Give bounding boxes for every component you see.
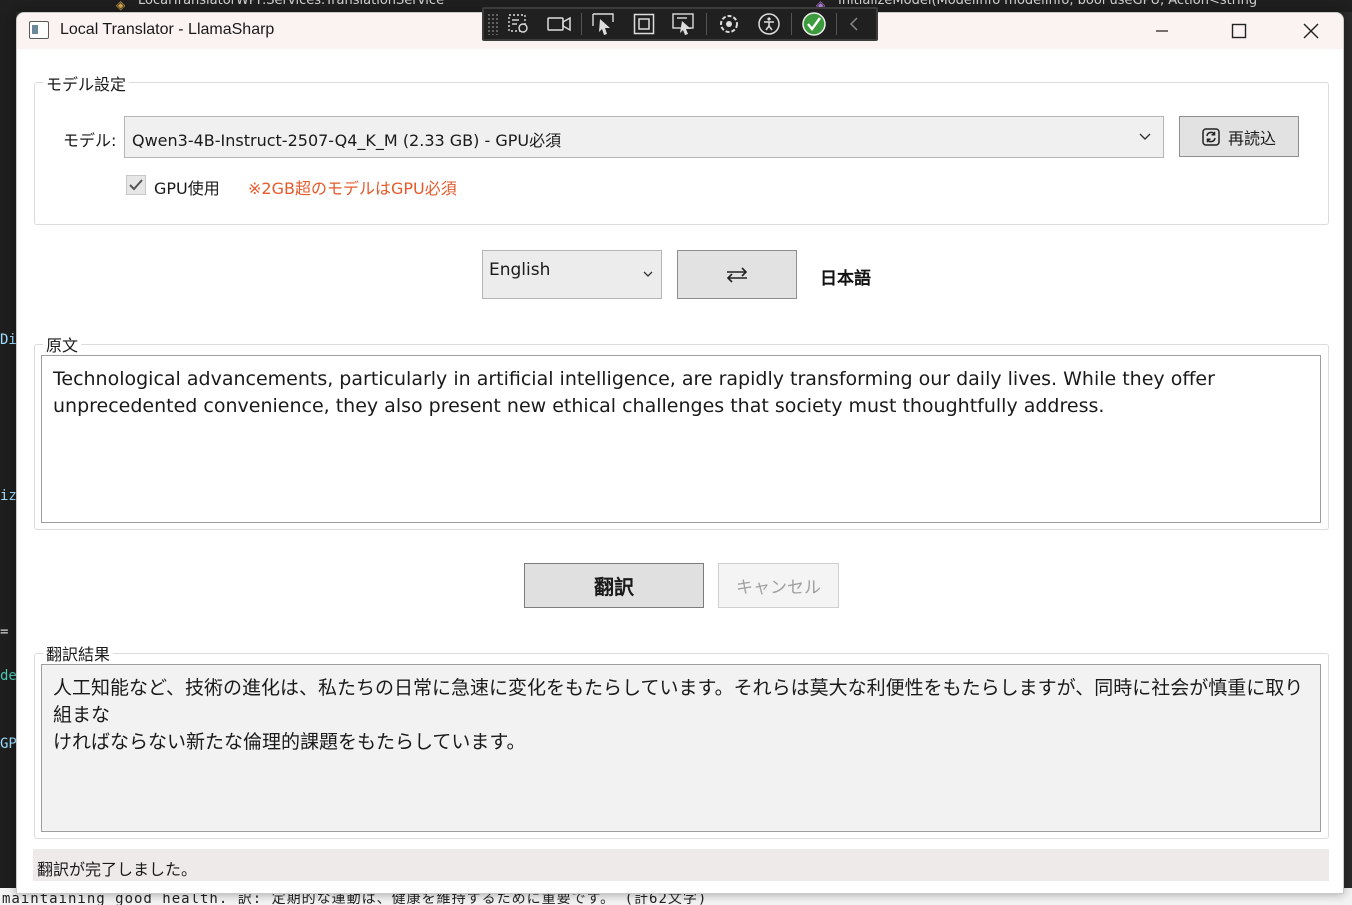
model-selected-value: Qwen3-4B-Instruct-2507-Q4_K_M (2.33 GB) … xyxy=(132,131,562,150)
record-video-button[interactable] xyxy=(539,9,579,39)
minimize-button[interactable] xyxy=(1126,13,1198,49)
maximize-button[interactable] xyxy=(1203,13,1275,49)
class-icon: ◈ xyxy=(116,0,126,12)
video-camera-icon xyxy=(547,16,571,32)
toolbar-separator xyxy=(581,13,582,35)
minimize-icon xyxy=(1156,30,1168,32)
cancel-button[interactable]: キャンセル xyxy=(718,563,839,608)
toolbar-separator xyxy=(706,13,707,35)
track-focus-button[interactable] xyxy=(664,9,704,39)
select-element-icon xyxy=(508,14,528,33)
maximize-icon xyxy=(1231,23,1247,39)
binding-status-button[interactable] xyxy=(794,9,834,39)
gpu-checkbox[interactable] xyxy=(126,175,146,195)
display-layout-icon xyxy=(633,13,655,35)
source-language-dropdown[interactable]: English xyxy=(482,250,662,299)
result-group-label: 翻訳結果 xyxy=(43,641,114,665)
checkmark-icon xyxy=(129,179,143,191)
source-language-value: English xyxy=(489,260,551,280)
reload-label: 再読込 xyxy=(1227,128,1276,148)
target-language-label: 日本語 xyxy=(820,269,871,289)
reload-icon xyxy=(1202,127,1220,146)
reload-button[interactable]: 再読込 xyxy=(1179,116,1299,157)
debug-toolbar xyxy=(482,7,878,41)
cursor-select-icon xyxy=(592,13,614,35)
code-fragment: iz xyxy=(0,488,16,504)
source-group-label: 原文 xyxy=(43,332,82,356)
close-icon xyxy=(1303,23,1319,39)
track-focus-icon xyxy=(672,13,694,35)
ide-breadcrumb-right: InitializeModel(ModelInfo modelInfo, boo… xyxy=(838,0,1258,8)
code-fragment: Di xyxy=(0,332,16,348)
ide-breadcrumb-left: LocalTranslatorWPF.Services.TranslationS… xyxy=(138,0,445,8)
ide-background-editor: Di iz = de GP xyxy=(0,12,16,892)
collapse-toolbar-button[interactable] xyxy=(839,9,869,39)
accessibility-icon xyxy=(758,13,780,35)
hot-reload-icon xyxy=(720,15,738,33)
select-element-button[interactable] xyxy=(499,9,539,39)
result-text-output[interactable]: 人工知能など、技術の進化は、私たちの日常に急速に変化をもたらしています。それらは… xyxy=(41,664,1321,832)
toolbar-separator xyxy=(836,13,837,35)
translate-button[interactable]: 翻訳 xyxy=(524,563,704,608)
code-fragment: de xyxy=(0,668,16,684)
code-fragment: = xyxy=(0,624,9,640)
model-label: モデル: xyxy=(63,131,117,150)
check-circle-icon xyxy=(802,12,826,36)
accessibility-button[interactable] xyxy=(749,9,789,39)
display-layout-button[interactable] xyxy=(624,9,664,39)
model-dropdown[interactable]: Qwen3-4B-Instruct-2507-Q4_K_M (2.33 GB) … xyxy=(124,116,1164,158)
status-text: 翻訳が完了しました。 xyxy=(37,860,198,879)
close-button[interactable] xyxy=(1275,13,1343,49)
toolbar-separator xyxy=(791,13,792,35)
toolbar-grip[interactable] xyxy=(487,13,499,35)
translator-window: Local Translator - LlamaSharp モデル設定 モデル:… xyxy=(16,12,1344,894)
app-icon xyxy=(29,21,49,39)
status-bar: 翻訳が完了しました。 xyxy=(33,849,1329,881)
code-fragment: GP xyxy=(0,736,16,752)
gpu-warning-text: ※2GB超のモデルはGPU必須 xyxy=(248,179,457,198)
source-text-input[interactable]: Technological advancements, particularly… xyxy=(41,355,1321,523)
swap-icon xyxy=(726,266,748,283)
window-title: Local Translator - LlamaSharp xyxy=(60,21,275,38)
hot-reload-button[interactable] xyxy=(709,9,749,39)
gpu-checkbox-label[interactable]: GPU使用 xyxy=(154,175,220,199)
chevron-down-icon xyxy=(1139,133,1151,140)
cursor-select-button[interactable] xyxy=(584,9,624,39)
chevron-down-icon xyxy=(643,271,653,277)
collapse-chevron-icon xyxy=(849,17,858,31)
swap-languages-button[interactable] xyxy=(677,250,797,299)
model-settings-label: モデル設定 xyxy=(43,71,130,95)
